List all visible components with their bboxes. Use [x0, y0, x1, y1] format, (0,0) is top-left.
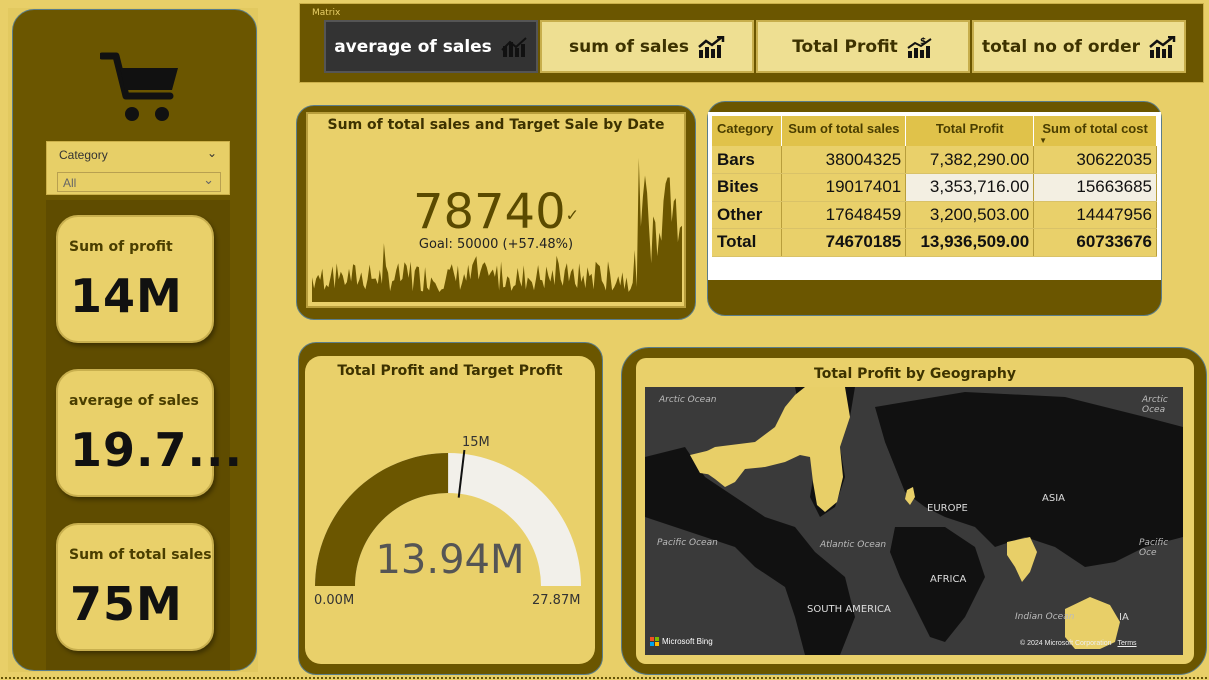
slicer-dropdown[interactable]: All ⌄ — [57, 172, 221, 192]
trend-up-icon — [1149, 35, 1176, 58]
column-header-sum-of-total-sales[interactable]: Sum of total sales — [781, 116, 907, 146]
header-label: Sum of total sales — [788, 121, 900, 136]
terms-link[interactable]: Terms — [1118, 640, 1137, 647]
world-map[interactable]: Arctic Ocean Arctic Ocea Pacific Ocean P… — [645, 387, 1183, 655]
gauge-chart — [315, 449, 581, 586]
copyright-text: © 2024 Microsoft Corporation — [1020, 640, 1112, 647]
table-cell: 74670185 — [781, 228, 907, 257]
table-cell: 19017401 — [781, 173, 907, 202]
tab-label: Total Profit — [792, 36, 898, 57]
map-label-south-america: SOUTH AMERICA — [807, 604, 891, 615]
table-cell: Bars — [712, 146, 783, 174]
column-header-category[interactable]: Category — [712, 116, 783, 146]
table-cell: 3,200,503.00 — [905, 201, 1035, 229]
goal-text: Goal: 50000 (+57.48%) — [418, 237, 574, 252]
sales-target-visual[interactable]: Sum of total sales and Target Sale by Da… — [306, 112, 686, 308]
table-cell: 17648459 — [781, 201, 907, 229]
svg-text:$: $ — [920, 37, 926, 47]
table-cell: 30622035 — [1033, 146, 1157, 174]
table-total-row: Total 74670185 13,936,509.00 60733676 — [712, 228, 1157, 257]
table-row: Bites 19017401 3,353,716.00 15663685 — [712, 173, 1157, 202]
sort-descending-icon[interactable]: ▼ — [1039, 136, 1156, 145]
kpi-value: 14M — [70, 269, 183, 323]
header-label: Total Profit — [935, 121, 1004, 136]
map-label-arctic-ocean: Arctic Ocean — [659, 395, 717, 405]
microsoft-bing-logo: Microsoft Bing — [650, 637, 713, 646]
map-label-europe: EUROPE — [927, 503, 968, 514]
table-cell: Bites — [712, 173, 783, 202]
header-label: Sum of total cost — [1042, 121, 1148, 136]
table-cell: Total — [712, 228, 783, 257]
table-cell: 14447956 — [1033, 201, 1157, 229]
map-label-indian-ocean: Indian Ocean — [1015, 612, 1075, 622]
map-label-pacific-ocean: Pacific Ocean — [657, 538, 718, 548]
table-cell: 7,382,290.00 — [905, 146, 1035, 174]
gauge-value-label: 13.94M — [375, 537, 525, 583]
bar-chart-icon — [501, 36, 527, 57]
tab-total-no-of-order[interactable]: total no of order — [972, 20, 1186, 73]
microsoft-logo-icon — [650, 637, 659, 646]
kpi-value-text: 78740 — [412, 184, 566, 240]
card-title: Total Profit by Geography — [814, 366, 1016, 382]
gauge-visual[interactable]: Total Profit and Target Profit 15M 13.94… — [305, 356, 595, 664]
slicer-value: All — [63, 176, 77, 190]
table-cell: 3,353,716.00 — [905, 173, 1035, 202]
map-label-asia: ASIA — [1042, 493, 1065, 504]
kpi-label: Sum of total sales — [69, 547, 212, 563]
slicer-title: Category — [59, 148, 108, 162]
column-header-sum-of-total-cost[interactable]: Sum of total cost ▼ — [1033, 116, 1157, 146]
card-title: Sum of total sales and Target Sale by Da… — [327, 117, 665, 133]
sales-matrix-table[interactable]: Category Sum of total sales Total Profit… — [712, 116, 1157, 257]
bottom-border — [0, 676, 1209, 680]
kpi-card-sum-of-total-sales: Sum of total sales 75M — [56, 523, 214, 651]
column-header-total-profit[interactable]: Total Profit — [905, 116, 1035, 146]
shopping-cart-icon — [100, 52, 178, 121]
table-cell: Other — [712, 201, 783, 229]
table-cell: 15663685 — [1033, 173, 1157, 202]
chevron-down-icon[interactable]: ⌄ — [203, 173, 214, 188]
kpi-value: 75M — [70, 577, 183, 631]
gauge-min-label: 0.00M — [314, 593, 355, 608]
kpi-card-average-of-sales: average of sales 19.7... — [56, 369, 242, 497]
map-label-atlantic-ocean: Atlantic Ocean — [820, 540, 887, 550]
table-row: Other 17648459 3,200,503.00 14447956 — [712, 201, 1157, 229]
kpi-value: 19.7... — [70, 423, 243, 477]
tab-label: average of sales — [334, 36, 492, 57]
table-cell: 13,936,509.00 — [905, 228, 1035, 257]
tab-average-of-sales[interactable]: average of sales — [324, 20, 538, 73]
map-label-africa: AFRICA — [930, 574, 967, 585]
gauge-target-label: 15M — [462, 435, 490, 450]
check-icon: ✓ — [565, 205, 580, 225]
map-label-arctic-ocean-right: Arctic Ocea — [1142, 395, 1168, 415]
chevron-down-icon[interactable]: ⌄ — [207, 146, 217, 160]
profit-chart-icon: $ — [907, 37, 932, 58]
map-label-australia-partial: IA — [1119, 612, 1129, 623]
trend-up-icon — [698, 35, 725, 58]
table-header-row: Category Sum of total sales Total Profit… — [712, 116, 1157, 146]
tab-label: sum of sales — [569, 36, 689, 57]
bing-label: Microsoft Bing — [662, 637, 713, 646]
map-copyright: © 2024 Microsoft Corporation Terms — [1020, 640, 1137, 647]
kpi-label: Sum of profit — [69, 239, 173, 255]
map-region-india — [1007, 537, 1037, 582]
kpi-big-value: 78740✓ — [308, 184, 684, 240]
tab-total-profit[interactable]: Total Profit $ — [756, 20, 970, 73]
gauge-max-label: 27.87M — [532, 593, 581, 608]
map-label-pacific-ocean-right: Pacific Oce — [1139, 538, 1169, 558]
table-cell: 60733676 — [1033, 228, 1157, 257]
header-label: Category — [717, 121, 774, 136]
kpi-label: average of sales — [69, 393, 199, 409]
kpi-card-sum-of-profit: Sum of profit 14M — [56, 215, 214, 343]
category-slicer[interactable]: Category ⌄ All ⌄ — [46, 141, 230, 195]
top-bar-label: Matrix — [312, 8, 341, 18]
tab-label: total no of order — [982, 36, 1140, 57]
tab-sum-of-sales[interactable]: sum of sales — [540, 20, 754, 73]
table-cell: 38004325 — [781, 146, 907, 174]
world-map-shapes — [645, 387, 1183, 655]
table-row: Bars 38004325 7,382,290.00 30622035 — [712, 146, 1157, 174]
